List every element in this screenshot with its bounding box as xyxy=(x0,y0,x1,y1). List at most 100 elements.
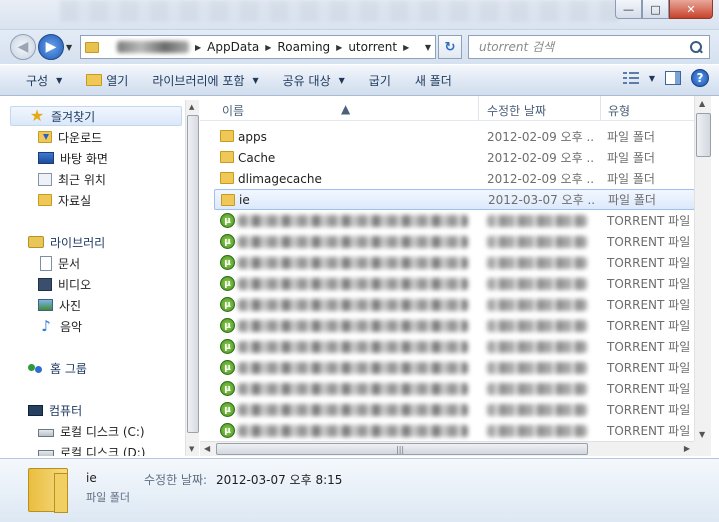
blurred-file-name xyxy=(238,236,468,248)
preview-pane-icon[interactable] xyxy=(665,71,681,85)
blurred-file-date xyxy=(487,278,587,290)
recent-pages-dropdown[interactable]: ▼ xyxy=(66,43,72,52)
list-item[interactable]: µ TORRENT 파일 xyxy=(214,399,695,420)
address-dropdown-icon[interactable]: ▼ xyxy=(425,43,431,52)
nav-favorites[interactable]: ★ 즐겨찾기 xyxy=(10,106,182,126)
list-item[interactable]: µ TORRENT 파일 xyxy=(214,336,695,357)
blurred-title-area xyxy=(60,0,620,22)
burn-button[interactable]: 굽기 xyxy=(357,68,403,92)
file-type: TORRENT 파일 xyxy=(607,361,691,375)
breadcrumb-appdata[interactable]: AppData xyxy=(207,40,259,54)
search-box[interactable] xyxy=(468,35,710,59)
utorrent-file-icon: µ xyxy=(220,402,235,417)
list-item[interactable]: µ TORRENT 파일 xyxy=(214,231,695,252)
nav-libraries[interactable]: 라이브러리 xyxy=(28,232,105,252)
file-type: 파일 폴더 xyxy=(607,130,655,144)
scroll-down-icon[interactable]: ▼ xyxy=(189,445,194,453)
list-item[interactable]: µ TORRENT 파일 xyxy=(214,378,695,399)
list-item[interactable]: Cache 2012-02-09 오후 ... 파일 폴더 xyxy=(214,147,695,168)
nav-computer[interactable]: 컴퓨터 xyxy=(28,400,82,420)
column-type[interactable]: 유형 xyxy=(608,102,630,119)
nav-drive-d[interactable]: 로컬 디스크 (D:) xyxy=(38,442,145,456)
nav-computer-label: 컴퓨터 xyxy=(49,403,83,418)
forward-button[interactable]: ▶ xyxy=(38,34,64,60)
refresh-button[interactable]: ↻ xyxy=(438,35,462,59)
file-date: 2012-03-07 오후 ... xyxy=(488,193,594,207)
change-view-icon[interactable] xyxy=(622,71,639,85)
video-icon xyxy=(38,277,52,291)
share-with-button[interactable]: 공유 대상 ▼ xyxy=(271,68,357,92)
nav-downloads[interactable]: 다운로드 xyxy=(38,127,102,147)
drive-icon xyxy=(38,450,54,456)
scroll-left-icon[interactable]: ◀ xyxy=(204,444,210,453)
back-button[interactable]: ◀ xyxy=(10,34,36,60)
close-button[interactable]: ✕ xyxy=(669,0,713,19)
column-name[interactable]: 이름 xyxy=(222,102,244,119)
breadcrumb-roaming[interactable]: Roaming xyxy=(277,40,330,54)
nav-music-label: 음악 xyxy=(60,319,83,334)
list-item[interactable]: apps 2012-02-09 오후 ... 파일 폴더 xyxy=(214,126,695,147)
nav-homegroup[interactable]: 홈 그룹 xyxy=(28,358,87,378)
include-library-label: 라이브러리에 포함 xyxy=(152,73,245,88)
blurred-file-date xyxy=(487,320,587,332)
file-list-vertical-scrollbar[interactable]: ▲ ▼ xyxy=(694,96,711,441)
nav-drive-c[interactable]: 로컬 디스크 (C:) xyxy=(38,421,145,441)
nav-recent[interactable]: 최근 위치 xyxy=(38,169,106,189)
document-icon xyxy=(40,255,52,271)
blurred-file-date xyxy=(487,362,587,374)
scroll-thumb[interactable] xyxy=(187,115,199,433)
scroll-thumb[interactable] xyxy=(696,113,711,157)
folder-icon xyxy=(220,130,234,142)
open-button[interactable]: 열기 xyxy=(74,68,140,92)
blurred-file-name xyxy=(238,425,468,437)
breadcrumb-separator-icon[interactable]: ▶ xyxy=(403,43,409,52)
nav-documents[interactable]: 문서 xyxy=(40,253,80,273)
nav-pictures[interactable]: 사진 xyxy=(38,295,81,315)
list-item[interactable]: dlimagecache 2012-02-09 오후 ... 파일 폴더 xyxy=(214,168,695,189)
details-modified-value: 2012-03-07 오후 8:15 xyxy=(216,473,343,487)
view-chevron-down-icon[interactable]: ▼ xyxy=(649,74,655,83)
computer-icon xyxy=(28,404,43,416)
scroll-right-icon[interactable]: ▶ xyxy=(684,444,690,453)
list-item[interactable]: µ TORRENT 파일 xyxy=(214,210,695,231)
blurred-file-name xyxy=(238,215,468,227)
nav-music[interactable]: ♪ 음악 xyxy=(38,316,82,336)
blurred-file-name xyxy=(238,257,468,269)
nav-desktop[interactable]: 바탕 화면 xyxy=(38,148,108,168)
scroll-down-icon[interactable]: ▼ xyxy=(699,430,705,439)
list-item[interactable]: µ TORRENT 파일 xyxy=(214,315,695,336)
folder-icon xyxy=(85,41,99,53)
recent-places-icon xyxy=(38,172,52,186)
utorrent-file-icon: µ xyxy=(220,360,235,375)
column-modified[interactable]: 수정한 날짜 xyxy=(487,102,546,119)
breadcrumb-separator-icon[interactable]: ▶ xyxy=(195,43,201,52)
navigation-scrollbar[interactable]: ▲ ▼ xyxy=(185,100,199,456)
new-folder-button[interactable]: 새 폴더 xyxy=(403,68,464,92)
search-input[interactable] xyxy=(479,40,659,54)
minimize-button[interactable]: — xyxy=(615,0,642,19)
list-item[interactable]: µ TORRENT 파일 xyxy=(214,420,695,441)
refresh-icon: ↻ xyxy=(444,39,456,55)
scroll-up-icon[interactable]: ▲ xyxy=(189,103,194,111)
list-item[interactable]: µ TORRENT 파일 xyxy=(214,252,695,273)
search-icon[interactable] xyxy=(689,40,703,54)
maximize-button[interactable]: □ xyxy=(642,0,669,19)
help-icon[interactable]: ? xyxy=(691,69,709,87)
list-item[interactable]: µ TORRENT 파일 xyxy=(214,273,695,294)
desktop-icon xyxy=(38,152,54,164)
nav-videos[interactable]: 비디오 xyxy=(38,274,91,294)
address-bar[interactable]: ▶ AppData ▶ Roaming ▶ utorrent ▶ ▼ xyxy=(80,35,436,59)
scroll-up-icon[interactable]: ▲ xyxy=(699,99,705,108)
nav-resources[interactable]: 자료실 xyxy=(38,190,91,210)
breadcrumb-separator-icon[interactable]: ▶ xyxy=(336,43,342,52)
list-item[interactable]: µ TORRENT 파일 xyxy=(214,357,695,378)
organize-button[interactable]: 구성 ▼ xyxy=(0,68,74,92)
list-item[interactable]: µ TORRENT 파일 xyxy=(214,294,695,315)
file-list-horizontal-scrollbar[interactable]: ◀ ||| ▶ xyxy=(200,441,694,456)
downloads-folder-icon xyxy=(38,131,52,143)
breadcrumb-separator-icon[interactable]: ▶ xyxy=(265,43,271,52)
breadcrumb-utorrent[interactable]: utorrent xyxy=(348,40,397,54)
list-item-selected[interactable]: ie 2012-03-07 오후 ... 파일 폴더 xyxy=(214,189,695,210)
include-library-button[interactable]: 라이브러리에 포함 ▼ xyxy=(140,68,270,92)
file-date: 2012-02-09 오후 ... xyxy=(487,151,593,165)
